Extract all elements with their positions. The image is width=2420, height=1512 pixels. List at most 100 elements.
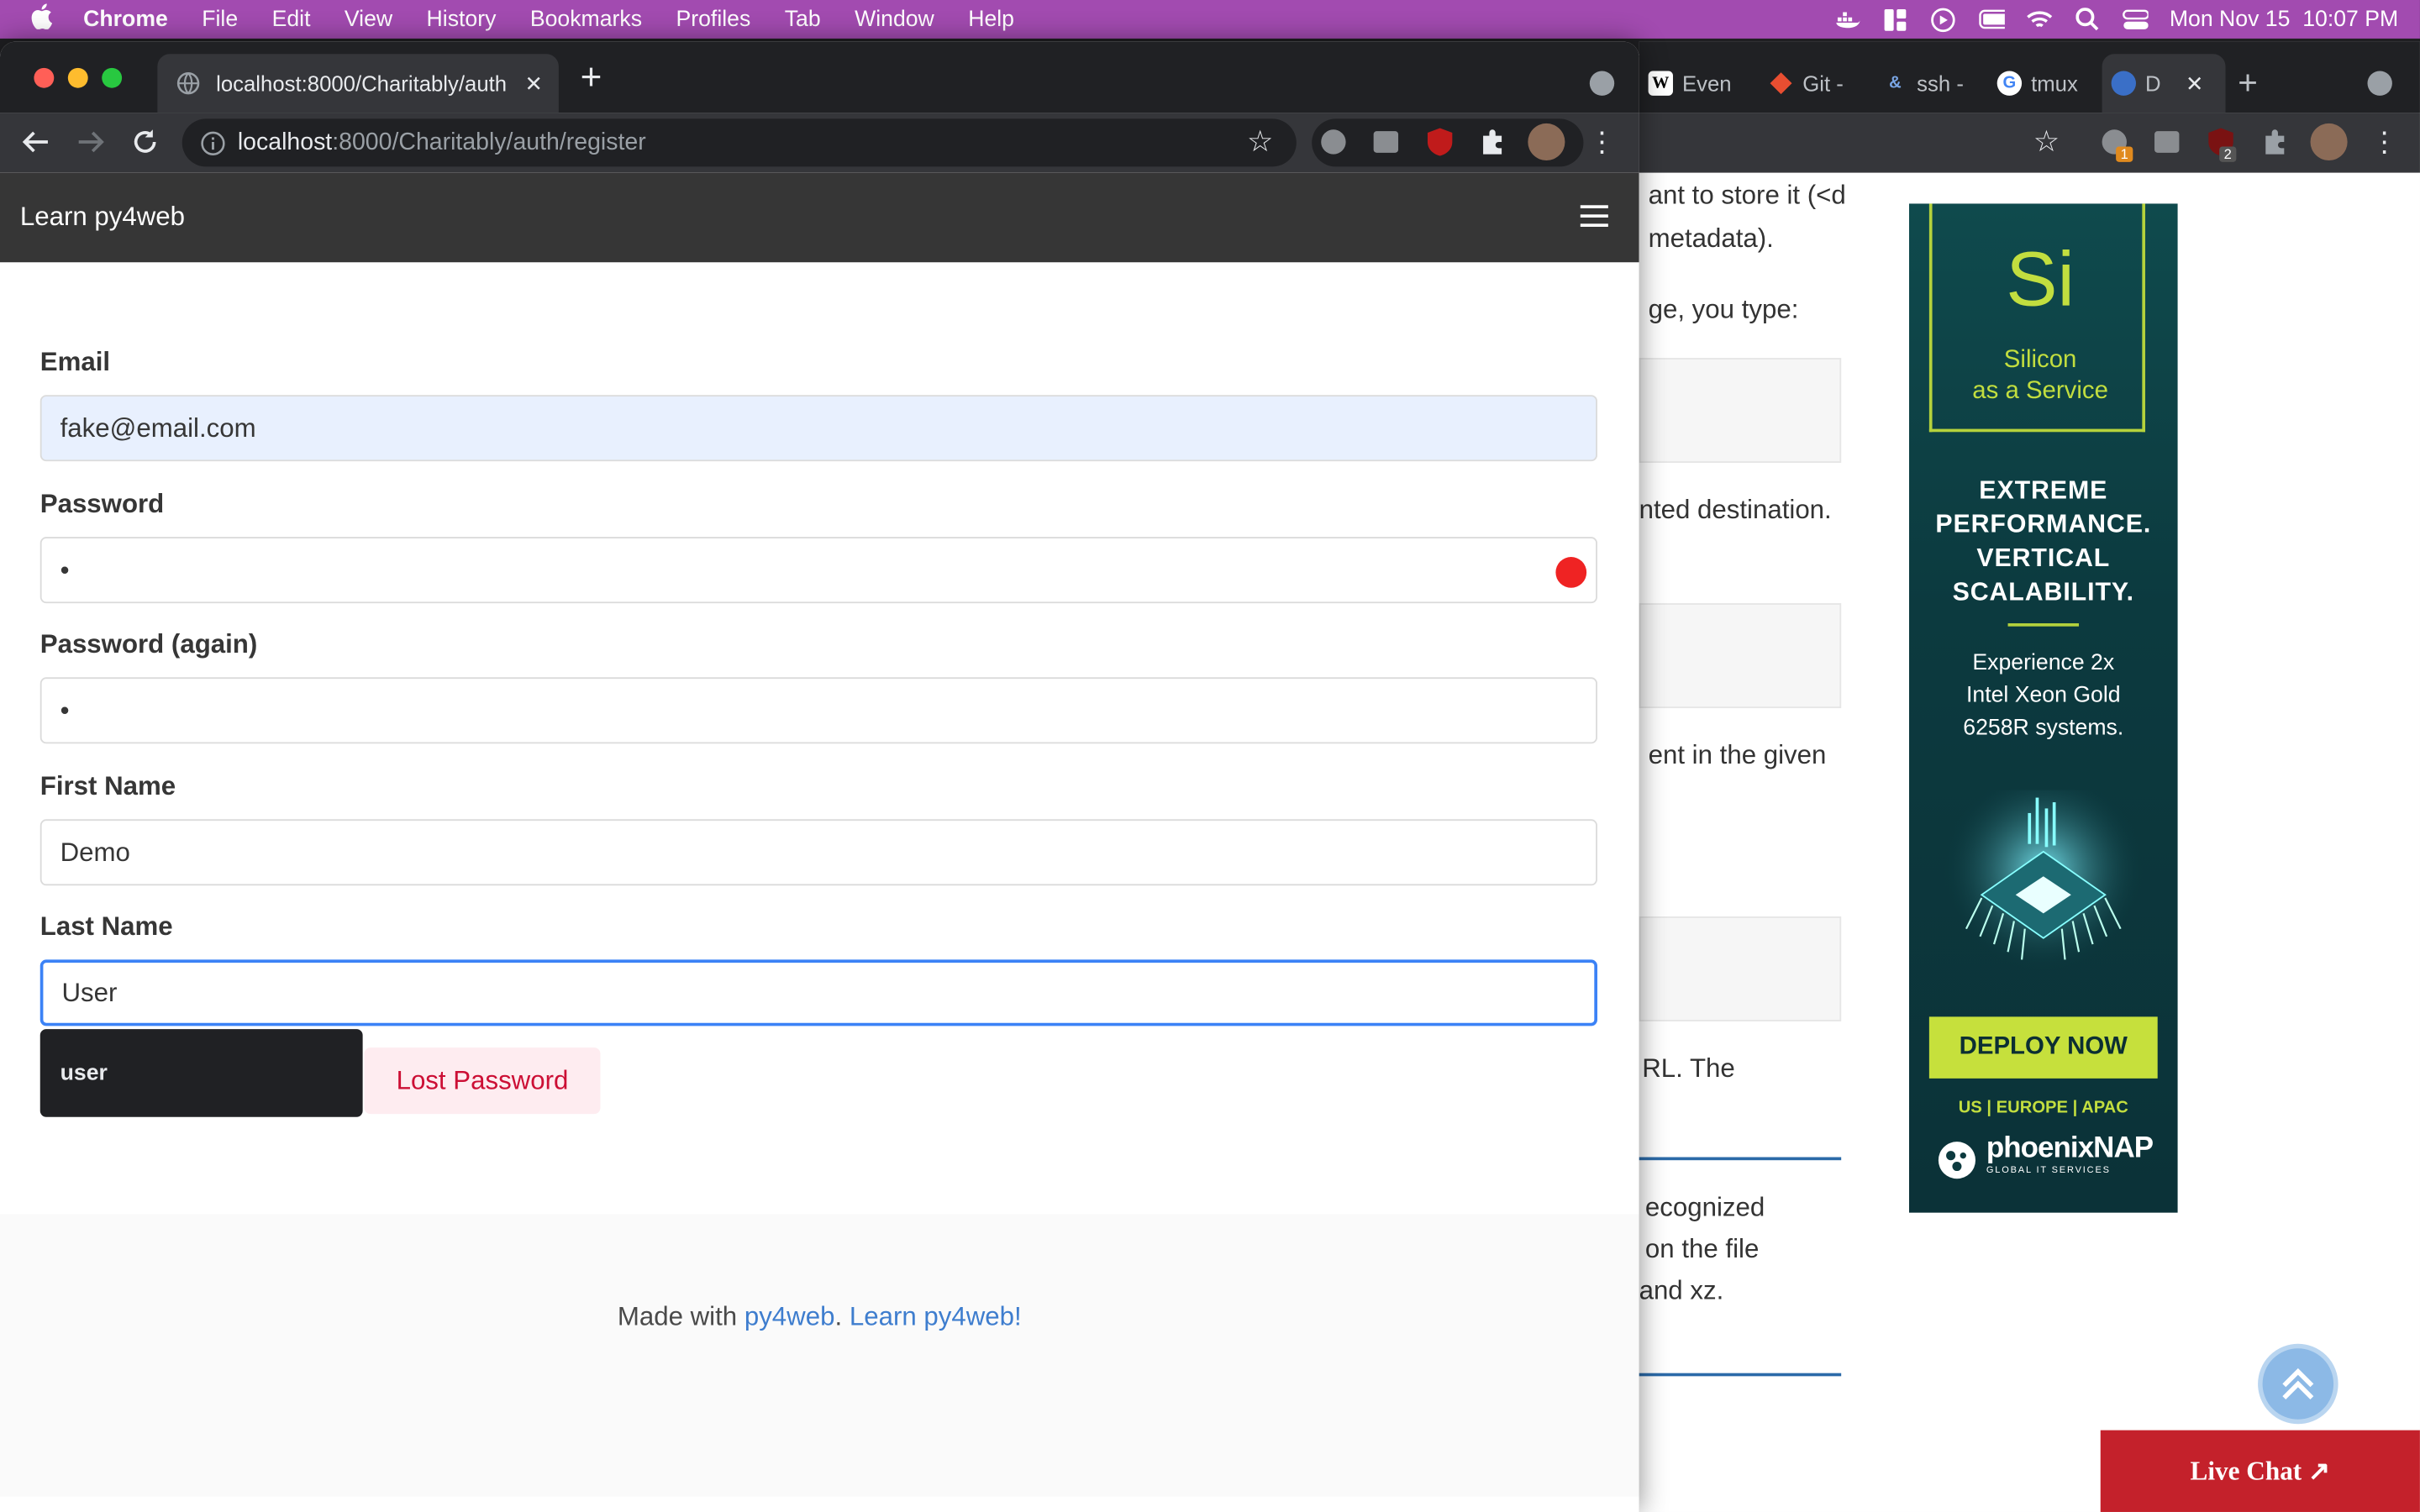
last-name-field[interactable]: [39, 959, 1597, 1026]
menu-profiles[interactable]: Profiles: [676, 7, 750, 31]
ublock-icon[interactable]: [1423, 125, 1456, 159]
tab-search-icon[interactable]: [1589, 71, 1615, 96]
main-browser-window: localhost:8000/Charitably/auth ✕ + local…: [0, 41, 1639, 1512]
extension-icon[interactable]: [1317, 125, 1350, 159]
menu-bookmarks[interactable]: Bookmarks: [530, 7, 642, 31]
extension-icon[interactable]: [1369, 125, 1402, 159]
password-manager-icon[interactable]: [1555, 557, 1587, 588]
bg-tab-tmux[interactable]: G tmux: [1988, 54, 2096, 113]
email-label: Email: [39, 347, 111, 377]
close-tab-icon[interactable]: ✕: [2186, 71, 2204, 97]
article-text: and xz.: [1639, 1275, 1724, 1305]
extension-icon[interactable]: [2150, 125, 2184, 159]
menu-file[interactable]: File: [202, 7, 238, 31]
learn-py4web-link[interactable]: Learn py4web!: [850, 1302, 1022, 1331]
menu-app-chrome[interactable]: Chrome: [83, 7, 168, 31]
address-bar[interactable]: localhost:8000/Charitably/auth/register …: [182, 118, 1297, 167]
phoenixnap-ad-banner[interactable]: Si Silicon as a Service EXTREME PERFORMA…: [1908, 203, 2178, 1213]
ad-regions: US | EUROPE | APAC: [1958, 1098, 2128, 1117]
ad-headline-line: VERTICAL: [1976, 544, 2111, 573]
back-arrow-icon[interactable]: [18, 125, 52, 159]
ampersand-icon: &: [1889, 74, 1902, 93]
bg-tab-label: ssh -: [1917, 71, 1964, 96]
password-label: Password: [39, 489, 165, 519]
close-tab-icon[interactable]: ✕: [524, 71, 543, 97]
docker-icon[interactable]: [1834, 8, 1860, 30]
apple-icon[interactable]: [31, 3, 53, 36]
extensions-puzzle-icon[interactable]: [2258, 125, 2291, 159]
menu-tab[interactable]: Tab: [785, 7, 821, 31]
control-center-icon[interactable]: [2122, 8, 2149, 30]
lost-password-button[interactable]: Lost Password: [364, 1047, 601, 1115]
url-host: localhost: [237, 129, 333, 155]
bg-tab-ssh[interactable]: & ssh -: [1874, 54, 1973, 113]
article-text: on the file: [1644, 1234, 1760, 1264]
footer-text: Made with: [617, 1302, 744, 1332]
new-tab-icon[interactable]: +: [2238, 63, 2258, 103]
bg-tab-active[interactable]: D ✕: [2102, 54, 2226, 113]
ad-body: Experience 2x Intel Xeon Gold 6258R syst…: [1909, 648, 2178, 745]
scroll-to-top-button[interactable]: [2258, 1343, 2338, 1425]
wifi-icon[interactable]: [2026, 8, 2052, 30]
spotlight-search-icon[interactable]: [2074, 8, 2100, 31]
menu-edit[interactable]: Edit: [272, 7, 311, 31]
main-tab-strip: localhost:8000/Charitably/auth ✕ +: [0, 41, 1639, 113]
zoom-window-icon[interactable]: [102, 67, 123, 88]
email-field[interactable]: [39, 395, 1597, 462]
ad-logo-sub-line: as a Service: [1972, 377, 2108, 405]
navbar-brand[interactable]: Learn py4web: [20, 202, 185, 234]
ad-headline-line: EXTREME: [1979, 476, 2108, 505]
forward-arrow-icon[interactable]: [74, 125, 108, 159]
hamburger-menu-icon[interactable]: [1580, 205, 1608, 227]
article-text: ant to store it (<d: [1648, 180, 1846, 210]
profile-avatar[interactable]: [1528, 123, 1565, 161]
tab-search-icon[interactable]: [2367, 71, 2392, 96]
minimize-window-icon[interactable]: [67, 67, 88, 88]
py4web-link[interactable]: py4web: [744, 1302, 835, 1331]
bg-tab-git[interactable]: Git -: [1760, 54, 1859, 113]
live-chat-button[interactable]: Live Chat ↗: [2100, 1430, 2420, 1512]
url-path: :8000/Charitably/auth/register: [332, 129, 646, 155]
ad-logo-subtitle: Silicon as a Service: [1933, 345, 2149, 407]
password-again-field[interactable]: [39, 677, 1597, 744]
menubar-clock[interactable]: Mon Nov 15 10:07 PM: [2170, 7, 2398, 31]
autocomplete-suggestion[interactable]: user: [39, 1029, 363, 1117]
footer: Made with py4web. Learn py4web!: [0, 1214, 1639, 1497]
ad-logo-sub-line: Silicon: [2003, 347, 2077, 374]
tab-localhost-register[interactable]: localhost:8000/Charitably/auth ✕: [157, 54, 559, 113]
window-layout-icon[interactable]: [1882, 8, 1908, 30]
password-field[interactable]: [39, 537, 1597, 604]
wikipedia-icon: W: [1648, 71, 1673, 96]
new-tab-icon[interactable]: +: [581, 57, 602, 100]
navbar: Learn py4web: [0, 172, 1639, 263]
chrome-menu-icon[interactable]: ⋮: [1585, 125, 1618, 159]
reload-icon[interactable]: [128, 125, 161, 159]
background-browser-window: W Even Git - & ssh - G tmux D ✕ + ☆ 1 2 …: [1639, 41, 2420, 1512]
ad-headline-line: PERFORMANCE.: [1935, 510, 2152, 539]
profile-avatar[interactable]: [2310, 123, 2348, 161]
menu-window[interactable]: Window: [855, 7, 934, 31]
tab-title: localhost:8000/Charitably/auth: [216, 71, 508, 96]
first-name-field[interactable]: [39, 819, 1597, 886]
menubar-status-area: Mon Nov 15 10:07 PM: [1834, 0, 2398, 39]
bookmark-star-icon[interactable]: ☆: [1247, 125, 1273, 160]
ad-chip-graphic: [1943, 790, 2144, 991]
play-icon[interactable]: [1930, 7, 1956, 32]
ad-logo-box: Si Silicon as a Service: [1928, 203, 2146, 433]
chevron-up-icon: [2282, 1368, 2314, 1399]
battery-icon[interactable]: [1978, 8, 2005, 30]
menu-view[interactable]: View: [345, 7, 392, 31]
bg-tab-events[interactable]: W Even: [1639, 54, 1739, 113]
extensions-puzzle-icon[interactable]: [1476, 125, 1509, 159]
article-text: ge, you type:: [1648, 294, 1799, 324]
site-info-icon[interactable]: [201, 130, 225, 155]
ad-deploy-now-button[interactable]: DEPLOY NOW: [1928, 1016, 2158, 1079]
ad-body-line: 6258R systems.: [1963, 716, 2124, 741]
chrome-menu-icon[interactable]: ⋮: [2367, 125, 2401, 159]
section-divider: [1639, 1373, 1842, 1377]
close-window-icon[interactable]: [34, 67, 55, 88]
bookmark-star-icon[interactable]: ☆: [2029, 125, 2063, 159]
code-block: [1639, 603, 1842, 709]
menu-help[interactable]: Help: [968, 7, 1014, 31]
menu-history[interactable]: History: [427, 7, 497, 31]
